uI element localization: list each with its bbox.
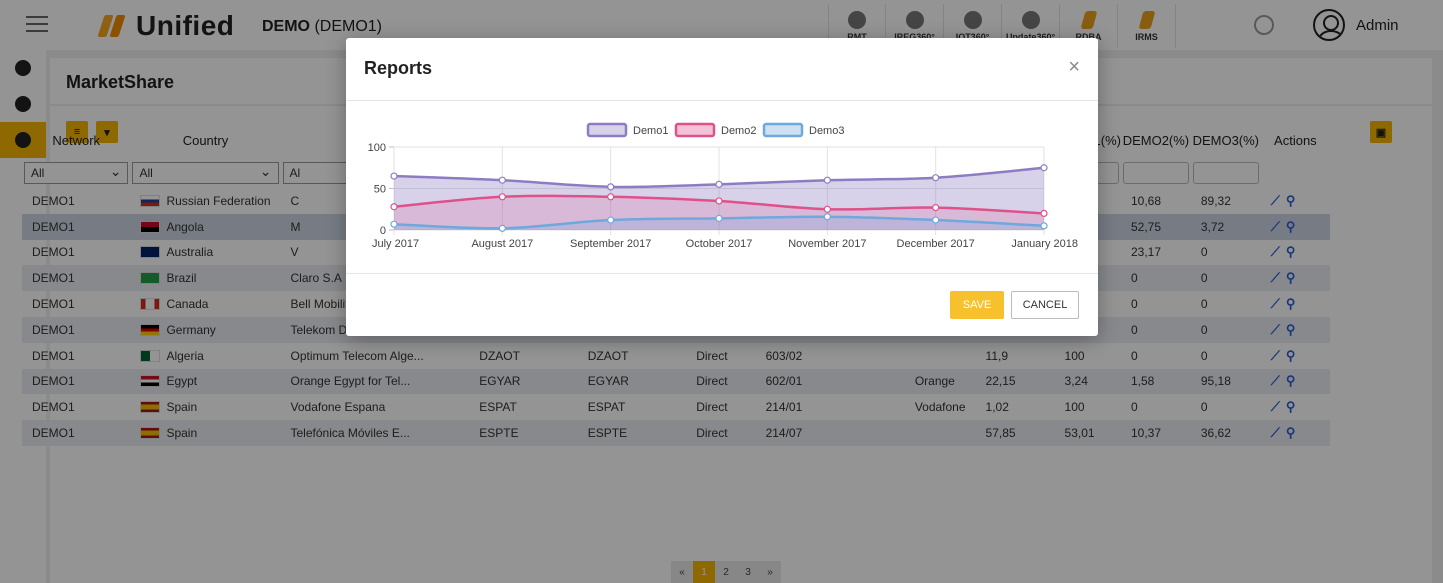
point-demo3[interactable]: [715, 214, 723, 222]
point-demo2[interactable]: [498, 193, 506, 201]
point-demo2[interactable]: [390, 203, 398, 211]
point-demo3[interactable]: [498, 224, 506, 232]
point-demo3[interactable]: [390, 220, 398, 228]
reports-modal: Reports × 0 50 100 July 2017 August 2017 Sept…: [346, 38, 1098, 336]
point-demo1[interactable]: [390, 172, 398, 180]
modal-footer-divider: [346, 273, 1098, 274]
point-demo2[interactable]: [1040, 209, 1048, 218]
point-demo2[interactable]: [715, 197, 723, 205]
legend-swatch-demo1[interactable]: [586, 122, 628, 138]
point-demo2[interactable]: [823, 205, 831, 213]
reports-line-chart: 0 50 100 July 2017 August 2017 September 2017…: [368, 122, 1078, 250]
point-demo2[interactable]: [607, 193, 615, 201]
legend-label-demo3[interactable]: Demo3: [809, 125, 844, 137]
y-tick-label: 100: [368, 142, 386, 154]
y-tick-label: 0: [380, 225, 386, 237]
x-tick-label: December 2017: [897, 238, 975, 250]
x-tick-label: January 2018: [1011, 238, 1078, 250]
point-demo3[interactable]: [607, 216, 615, 224]
x-tick-label: November 2017: [788, 238, 866, 250]
point-demo1[interactable]: [823, 176, 831, 184]
legend-swatch-demo3[interactable]: [762, 122, 804, 138]
modal-title: Reports: [364, 58, 433, 78]
legend-swatch-demo2[interactable]: [674, 122, 716, 138]
y-tick-label: 50: [374, 184, 386, 196]
legend-label-demo2[interactable]: Demo2: [721, 125, 756, 137]
point-demo3[interactable]: [1040, 222, 1048, 230]
point-demo1[interactable]: [932, 174, 940, 182]
legend-label-demo1[interactable]: Demo1: [633, 125, 668, 137]
point-demo1[interactable]: [715, 180, 723, 188]
x-tick-label: October 2017: [686, 238, 753, 250]
point-demo1[interactable]: [498, 176, 506, 184]
x-tick-label: September 2017: [570, 238, 651, 250]
point-demo3[interactable]: [932, 216, 940, 224]
point-demo2[interactable]: [932, 203, 940, 212]
cancel-button[interactable]: CANCEL: [1011, 291, 1079, 319]
x-tick-label: July 2017: [372, 238, 419, 250]
close-icon[interactable]: ×: [1068, 57, 1080, 77]
x-tick-label: August 2017: [471, 238, 533, 250]
point-demo1[interactable]: [1040, 164, 1048, 172]
point-demo1[interactable]: [607, 183, 615, 191]
point-demo3[interactable]: [823, 213, 831, 221]
save-button[interactable]: SAVE: [950, 291, 1004, 319]
